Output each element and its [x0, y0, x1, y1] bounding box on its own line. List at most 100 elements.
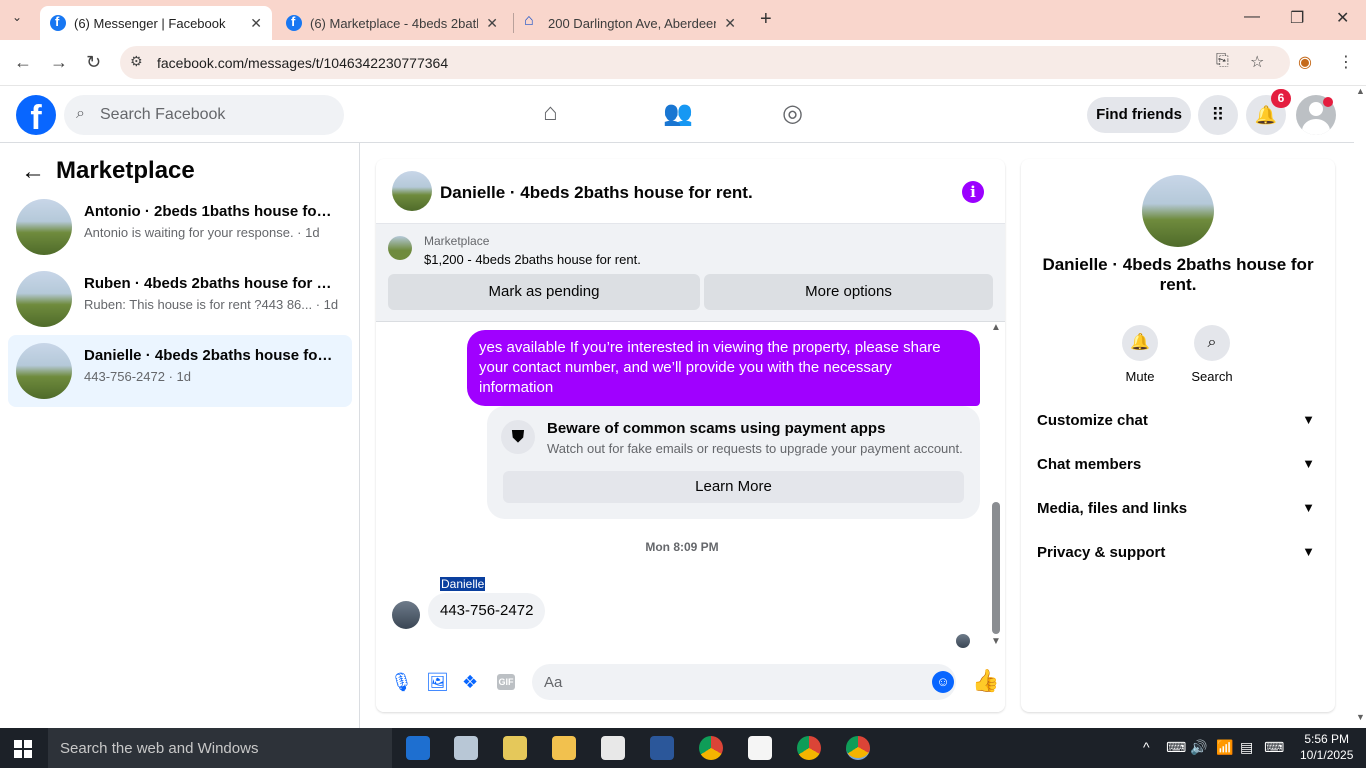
- show-hidden-icons-icon[interactable]: ^: [1143, 739, 1150, 755]
- conversation-title: Danielle · 4beds 2baths house for ...: [84, 347, 334, 364]
- scroll-up-icon[interactable]: ▲: [1356, 86, 1365, 96]
- privacy-support-section[interactable]: Privacy & support ▼: [1037, 544, 1319, 568]
- scrollbar-thumb[interactable]: [992, 502, 1000, 634]
- friends-icon[interactable]: 👥: [663, 99, 693, 128]
- tab-label: (6) Messenger | Facebook: [74, 15, 226, 31]
- restore-icon[interactable]: ❐: [1290, 8, 1304, 28]
- store-icon[interactable]: [601, 736, 625, 760]
- conversation-item[interactable]: Antonio · 2beds 1baths house for r... An…: [8, 191, 352, 263]
- groups-icon[interactable]: ◎: [782, 99, 803, 128]
- customize-chat-section[interactable]: Customize chat ▼: [1037, 412, 1319, 436]
- facebook-search[interactable]: ⌕: [64, 95, 344, 135]
- conversation-item-selected[interactable]: Danielle · 4beds 2baths house for ... 44…: [8, 335, 352, 407]
- facebook-logo-icon[interactable]: f: [16, 95, 56, 137]
- media-files-links-section[interactable]: Media, files and links ▼: [1037, 500, 1319, 524]
- search-icon[interactable]: ⌕: [1194, 325, 1230, 361]
- message-input[interactable]: [544, 664, 914, 700]
- keyboard-icon[interactable]: ⌨: [1264, 739, 1284, 756]
- learn-more-button[interactable]: Learn More: [503, 471, 964, 503]
- clock-date: 10/1/2025: [1300, 748, 1354, 762]
- sender-avatar[interactable]: [392, 601, 420, 629]
- snipping-tool-icon[interactable]: [454, 736, 478, 760]
- mute-button[interactable]: 🔔 Mute: [1110, 325, 1170, 384]
- menu-grid-icon[interactable]: ⠿: [1198, 95, 1238, 135]
- windows-taskbar: Search the web and Windows ^ ⌨ 🔊 📶 ▤ ⌨ 5…: [0, 728, 1366, 768]
- account-alert-dot: [1323, 97, 1333, 107]
- network-icon[interactable]: ⌨: [1166, 739, 1186, 756]
- outgoing-message[interactable]: yes available If you’re interested in vi…: [467, 330, 980, 406]
- url-text: facebook.com/messages/t/1046342230777364: [157, 55, 449, 71]
- marketplace-listing-bar: Marketplace $1,200 - 4beds 2baths house …: [376, 224, 1005, 322]
- volume-icon[interactable]: 🔊: [1190, 739, 1207, 756]
- windows-start-icon[interactable]: [14, 740, 32, 758]
- notifications-badge: 6: [1271, 89, 1291, 108]
- action-center-icon[interactable]: ▤: [1240, 739, 1253, 756]
- info-icon[interactable]: i: [962, 181, 984, 203]
- search-in-conversation-button[interactable]: ⌕ Search: [1182, 325, 1242, 384]
- back-arrow-icon[interactable]: ←: [21, 158, 45, 186]
- conversation-info-panel: Danielle · 4beds 2baths house for rent. …: [1021, 159, 1335, 712]
- chrome-profile-icon[interactable]: [797, 736, 821, 760]
- tab-close-icon[interactable]: ✕: [724, 15, 736, 32]
- facebook-search-input[interactable]: [100, 95, 330, 135]
- url-field[interactable]: ⚙ facebook.com/messages/t/10463422307773…: [120, 46, 1290, 79]
- message-input-box[interactable]: [532, 664, 956, 700]
- new-tab-icon[interactable]: +: [760, 8, 772, 31]
- reload-icon[interactable]: ↻: [86, 52, 101, 73]
- tab-zillow[interactable]: 200 Darlington Ave, Aberdeen, ✕: [514, 6, 746, 40]
- bell-icon[interactable]: 🔔: [1122, 325, 1158, 361]
- back-icon[interactable]: ←: [14, 52, 32, 73]
- chrome-active-icon[interactable]: [846, 736, 870, 760]
- incoming-message[interactable]: 443-756-2472: [428, 593, 546, 629]
- chevron-down-icon: ▼: [1302, 544, 1315, 559]
- scroll-up-icon[interactable]: ▲: [991, 322, 1001, 333]
- close-window-icon[interactable]: ✕: [1336, 8, 1349, 28]
- edge-icon[interactable]: [406, 736, 430, 760]
- forward-icon[interactable]: →: [50, 52, 68, 73]
- word-icon[interactable]: [650, 736, 674, 760]
- more-options-button[interactable]: More options: [704, 274, 993, 310]
- sender-name: Danielle: [440, 577, 486, 591]
- wifi-icon[interactable]: 📶: [1216, 739, 1233, 756]
- emoji-icon[interactable]: ☺: [932, 671, 954, 693]
- chat-avatar[interactable]: [392, 171, 432, 211]
- scroll-down-icon[interactable]: ▼: [1356, 712, 1365, 722]
- profile-icon[interactable]: ◉: [1298, 52, 1312, 72]
- find-friends-button[interactable]: Find friends: [1087, 97, 1191, 133]
- tab-messenger[interactable]: (6) Messenger | Facebook ✕: [40, 6, 272, 40]
- notepad-icon[interactable]: [748, 736, 772, 760]
- tab-close-icon[interactable]: ✕: [486, 15, 498, 32]
- gif-icon[interactable]: GIF: [497, 674, 515, 690]
- tab-search-chevron-icon[interactable]: ⌄: [12, 10, 22, 24]
- minimize-icon[interactable]: —: [1244, 8, 1260, 26]
- listing-thumbnail[interactable]: [388, 236, 412, 260]
- scroll-down-icon[interactable]: ▼: [991, 636, 1001, 647]
- chrome-icon[interactable]: [699, 736, 723, 760]
- section-label: Chat members: [1037, 456, 1142, 473]
- taskbar-search[interactable]: Search the web and Windows: [48, 728, 392, 768]
- message-scrollbar[interactable]: ▲ ▼: [990, 322, 1002, 652]
- photo-icon[interactable]: 🖼: [426, 672, 449, 693]
- file-explorer-icon[interactable]: [552, 736, 576, 760]
- chat-members-section[interactable]: Chat members ▼: [1037, 456, 1319, 480]
- install-app-icon[interactable]: ⎘: [1216, 52, 1229, 70]
- chat-title[interactable]: Danielle · 4beds 2baths house for rent.: [440, 183, 753, 203]
- page-scrollbar[interactable]: ▲ ▼: [1354, 86, 1366, 728]
- chat-pane: Danielle · 4beds 2baths house for rent. …: [376, 159, 1005, 712]
- mark-as-pending-button[interactable]: Mark as pending: [388, 274, 700, 310]
- bookmark-star-icon[interactable]: ☆: [1250, 52, 1264, 72]
- tab-close-icon[interactable]: ✕: [250, 15, 262, 32]
- taskbar-clock[interactable]: 5:56 PM 10/1/2025: [1300, 731, 1353, 763]
- search-label: Search: [1191, 369, 1233, 384]
- browser-menu-icon[interactable]: ⋮: [1338, 52, 1354, 72]
- thumbs-up-icon[interactable]: 👍: [972, 668, 999, 694]
- listing-price-title[interactable]: $1,200 - 4beds 2baths house for rent.: [424, 252, 641, 267]
- microphone-icon[interactable]: 🎙: [390, 672, 413, 693]
- site-settings-icon[interactable]: ⚙: [130, 53, 143, 70]
- conversation-large-avatar[interactable]: [1142, 175, 1214, 247]
- sticky-notes-icon[interactable]: [503, 736, 527, 760]
- conversation-item[interactable]: Ruben · 4beds 2baths house for re... Rub…: [8, 263, 352, 335]
- home-icon[interactable]: ⌂: [543, 99, 558, 127]
- sticker-icon[interactable]: ❖: [462, 672, 478, 693]
- tab-marketplace[interactable]: (6) Marketplace - 4beds 2baths ✕: [276, 6, 508, 40]
